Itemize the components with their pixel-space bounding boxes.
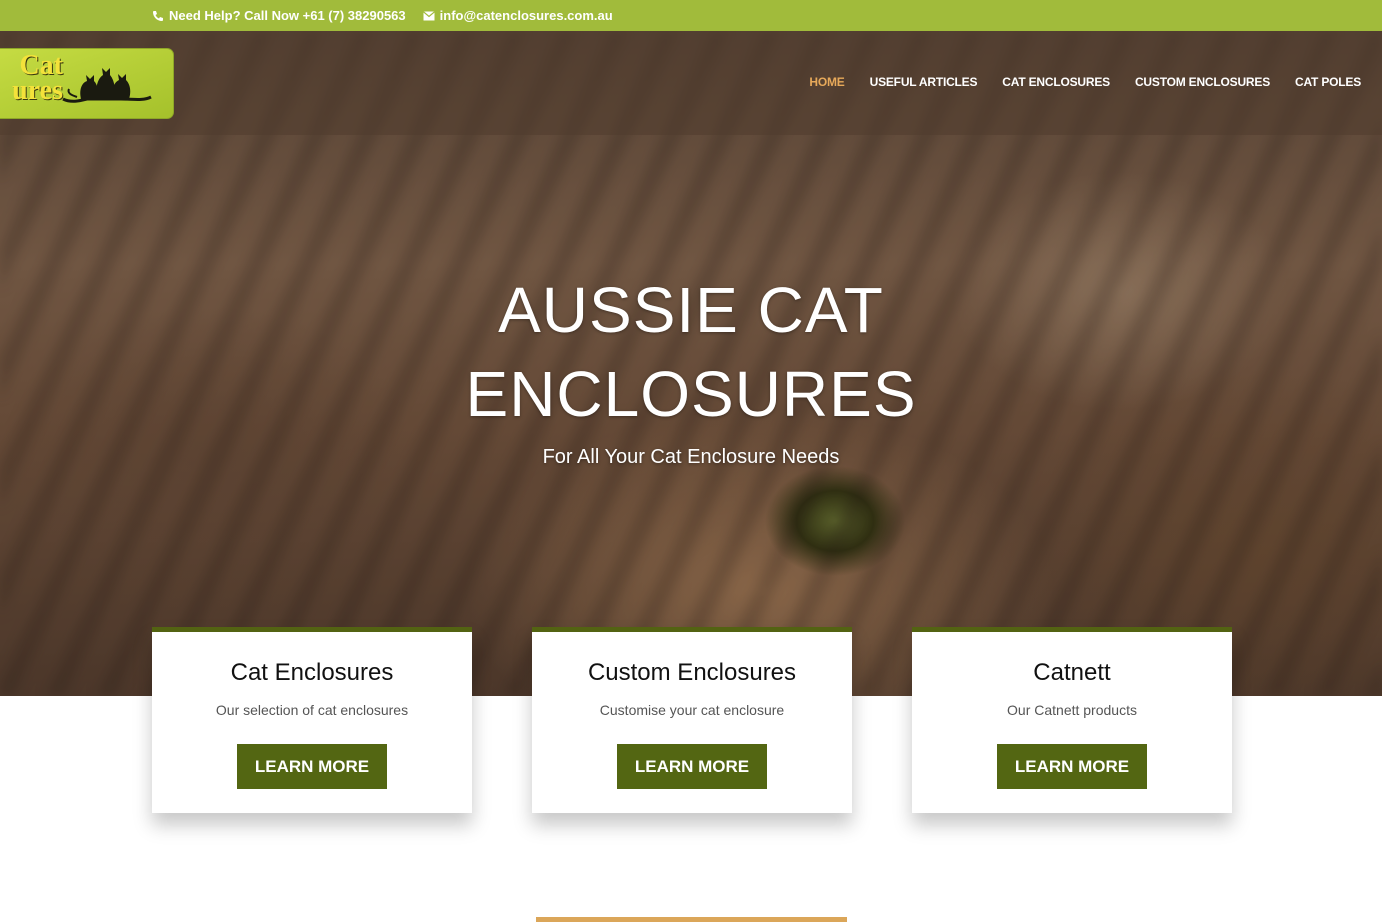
hero-title: AUSSIE CAT ENCLOSURES	[0, 268, 1382, 436]
card-description: Our selection of cat enclosures	[215, 702, 409, 718]
section-accent-bar	[536, 917, 847, 922]
hero-title-line-2: ENCLOSURES	[465, 358, 917, 430]
card-title: Custom Enclosures	[587, 659, 797, 686]
cats-silhouette-icon	[62, 68, 152, 103]
card-title: Catnett	[1033, 659, 1111, 686]
card-description: Customise your cat enclosure	[599, 702, 785, 718]
nav-cat-poles[interactable]: CAT POLES	[1295, 75, 1361, 89]
phone-contact[interactable]: Need Help? Call Now +61 (7) 38290563	[151, 8, 406, 23]
card-title: Cat Enclosures	[230, 659, 394, 686]
phone-text: Need Help? Call Now +61 (7) 38290563	[169, 8, 406, 23]
phone-icon	[151, 9, 165, 23]
card-catnett: Catnett Our Catnett products LEARN MORE	[912, 627, 1232, 813]
card-cat-enclosures: Cat Enclosures Our selection of cat encl…	[152, 627, 472, 813]
hero-title-line-1: AUSSIE CAT	[498, 274, 884, 346]
card-description: Our Catnett products	[1007, 702, 1137, 718]
card-custom-enclosures: Custom Enclosures Customise your cat enc…	[532, 627, 852, 813]
main-navigation: HOME USEFUL ARTICLES CAT ENCLOSURES CUST…	[784, 75, 1361, 89]
nav-home[interactable]: HOME	[809, 75, 844, 89]
top-bar: Need Help? Call Now +61 (7) 38290563 inf…	[0, 0, 1382, 31]
logo-text: Cat ures	[0, 52, 63, 106]
site-logo[interactable]: Cat ures	[0, 48, 174, 119]
envelope-icon	[422, 9, 436, 23]
email-contact[interactable]: info@catenclosures.com.au	[422, 8, 613, 23]
logo-line-2: ures	[12, 75, 63, 106]
hero-subtitle: For All Your Cat Enclosure Needs	[542, 446, 840, 468]
learn-more-button[interactable]: LEARN MORE	[997, 744, 1147, 789]
learn-more-button[interactable]: LEARN MORE	[237, 744, 387, 789]
email-text: info@catenclosures.com.au	[439, 8, 613, 23]
learn-more-button[interactable]: LEARN MORE	[617, 744, 767, 789]
site-header: Cat ures HOME USEFUL ARTICLES CAT ENCLOS…	[0, 31, 1382, 135]
nav-cat-enclosures[interactable]: CAT ENCLOSURES	[1002, 75, 1110, 89]
nav-useful-articles[interactable]: USEFUL ARTICLES	[870, 75, 978, 89]
nav-custom-enclosures[interactable]: CUSTOM ENCLOSURES	[1135, 75, 1270, 89]
